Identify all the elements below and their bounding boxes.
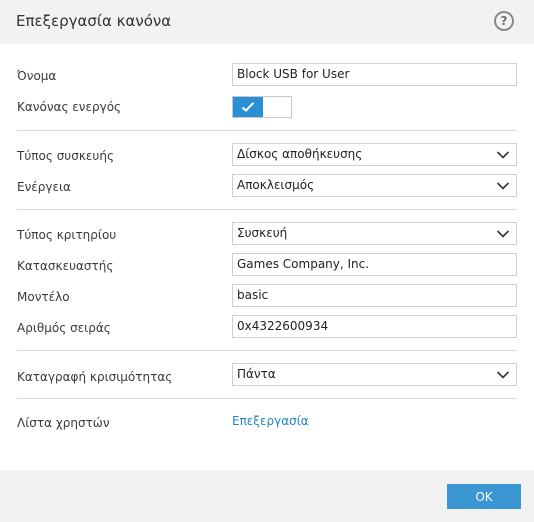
criteria-type-select[interactable]: Συσκευή <box>232 222 517 245</box>
dialog-title: Επεξεργασία κανόνα <box>16 12 172 30</box>
chevron-down-icon <box>496 230 510 238</box>
name-label: Όνομα <box>17 69 57 83</box>
divider <box>17 350 517 351</box>
action-label: Ενέργεια <box>17 180 71 194</box>
model-field[interactable]: basic <box>232 284 517 307</box>
rule-enabled-label: Κανόνας ενεργός <box>17 100 122 114</box>
help-icon[interactable]: ? <box>494 11 514 31</box>
action-select[interactable]: Αποκλεισμός <box>232 174 517 197</box>
divider <box>17 130 517 131</box>
divider <box>17 398 517 399</box>
chevron-down-icon <box>496 151 510 159</box>
ok-button[interactable]: OK <box>447 484 521 509</box>
model-label: Μοντέλο <box>17 290 70 304</box>
form-area: Όνομα Block USB for User Κανόνας ενεργός… <box>0 44 534 470</box>
user-list-edit-link[interactable]: Επεξεργασία <box>232 414 309 428</box>
serial-number-field[interactable]: 0x4322600934 <box>232 315 517 338</box>
divider <box>17 209 517 210</box>
vendor-label: Κατασκευαστής <box>17 259 114 273</box>
vendor-field[interactable]: Games Company, Inc. <box>232 253 517 276</box>
criteria-type-label: Τύπος κριτηρίου <box>17 228 117 242</box>
action-value: Αποκλεισμός <box>237 178 315 192</box>
checkmark-icon <box>241 102 255 112</box>
toggle-knob <box>233 97 263 117</box>
logging-severity-select[interactable]: Πάντα <box>232 363 517 386</box>
dialog-footer: OK <box>0 470 534 522</box>
rule-editor-dialog: Επεξεργασία κανόνα ? Όνομα Block USB for… <box>0 0 534 522</box>
title-bar: Επεξεργασία κανόνα ? <box>0 0 534 44</box>
device-type-select[interactable]: Δίσκος αποθήκευσης <box>232 143 517 166</box>
logging-severity-label: Καταγραφή κρισιμότητας <box>17 370 173 384</box>
device-type-label: Τύπος συσκευής <box>17 149 115 163</box>
name-field[interactable]: Block USB for User <box>232 63 517 86</box>
device-type-value: Δίσκος αποθήκευσης <box>237 147 363 161</box>
logging-severity-value: Πάντα <box>237 367 276 381</box>
chevron-down-icon <box>496 182 510 190</box>
criteria-type-value: Συσκευή <box>237 226 288 240</box>
chevron-down-icon <box>496 371 510 379</box>
user-list-label: Λίστα χρηστών <box>17 416 110 430</box>
rule-enabled-toggle[interactable] <box>232 96 292 118</box>
serial-number-label: Αριθμός σειράς <box>17 321 111 335</box>
